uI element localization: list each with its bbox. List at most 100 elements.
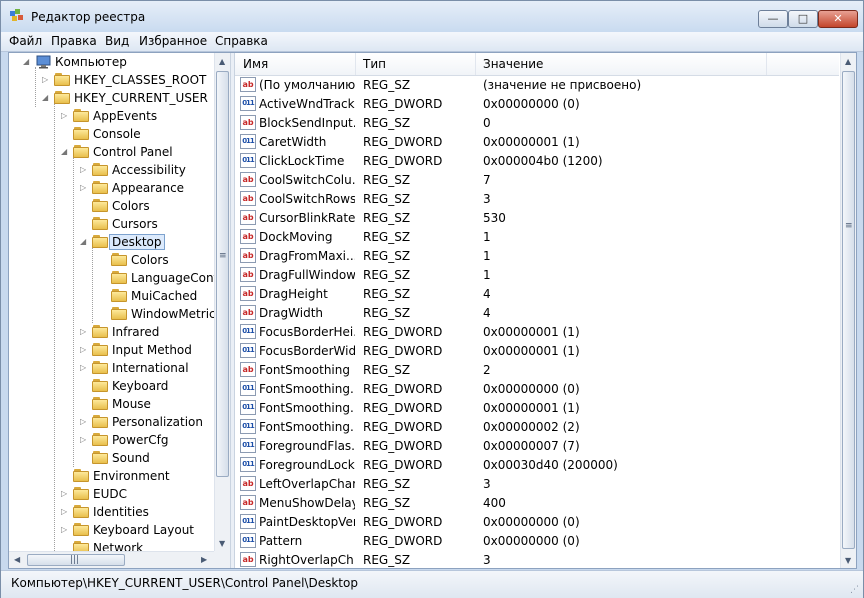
column-header-type[interactable]: Тип xyxy=(363,57,386,71)
scroll-down-icon[interactable]: ▼ xyxy=(219,539,225,548)
value-name: DockMoving xyxy=(259,230,333,244)
menu-view[interactable]: Вид xyxy=(105,34,129,48)
table-row[interactable]: 011PaintDesktopVer... REG_DWORD 0x00000000… xyxy=(235,513,839,532)
scroll-down-icon[interactable]: ▼ xyxy=(845,556,851,565)
collapse-icon[interactable]: ◢ xyxy=(80,236,89,247)
table-row[interactable]: 011 ClickLockTime REG_DWORD 0x000004b0 (120… xyxy=(235,152,839,171)
expand-icon[interactable]: ▷ xyxy=(80,362,89,373)
resize-grip-icon[interactable]: ⋰ xyxy=(850,585,860,595)
maximize-button[interactable]: □ xyxy=(788,10,818,28)
title-bar[interactable]: Редактор реестра — □ ✕ xyxy=(1,1,863,32)
scroll-up-icon[interactable]: ▲ xyxy=(219,57,225,66)
menu-favorites[interactable]: Избранное xyxy=(139,34,207,48)
value-name: FontSmoothing xyxy=(259,363,350,377)
folder-icon xyxy=(73,127,89,141)
table-row[interactable]: ab LeftOverlapChars REG_SZ 3 xyxy=(235,475,839,494)
regedit-icon xyxy=(10,9,23,21)
expand-icon[interactable]: ▷ xyxy=(61,506,70,517)
table-row[interactable]: 011 FontSmoothing... REG_DWORD 0x00000001 (… xyxy=(235,399,839,418)
value-name: ForegroundFlas... xyxy=(259,439,355,453)
folder-icon xyxy=(73,505,89,519)
scroll-up-icon[interactable]: ▲ xyxy=(845,57,851,66)
expand-icon[interactable]: ▷ xyxy=(80,326,89,337)
value-data: (значение не присвоено) xyxy=(483,78,642,92)
value-data: 0x00000001 (1) xyxy=(483,135,580,149)
folder-icon xyxy=(92,415,108,429)
table-row[interactable]: ab BlockSendInput... REG_SZ 0 xyxy=(235,114,839,133)
value-name: BlockSendInput... xyxy=(259,116,355,130)
table-row[interactable]: 011 Pattern REG_DWORD 0x00000000 (0) xyxy=(235,532,839,551)
table-row[interactable]: ab DockMoving REG_SZ 1 xyxy=(235,228,839,247)
menu-file[interactable]: Файл xyxy=(9,34,42,48)
collapse-icon[interactable]: ◢ xyxy=(42,92,51,103)
table-row[interactable]: ab CursorBlinkRate REG_SZ 530 xyxy=(235,209,839,228)
scroll-right-icon[interactable]: ▶ xyxy=(201,555,207,564)
dword-value-icon: 011 xyxy=(240,438,256,453)
tree-guide xyxy=(54,103,55,553)
tree-horizontal-scrollbar[interactable]: ◀ ||| ▶ xyxy=(9,551,214,568)
expand-icon[interactable]: ▷ xyxy=(80,434,89,445)
table-row[interactable]: 011 CaretWidth REG_DWORD 0x00000001 (1) xyxy=(235,133,839,152)
table-row[interactable]: 011ActiveWndTrack... REG_DWORD 0x00000000 … xyxy=(235,95,839,114)
table-row[interactable]: 011 FontSmoothing... REG_DWORD 0x00000000 (… xyxy=(235,380,839,399)
tree-label: Keyboard xyxy=(112,379,169,393)
expand-icon[interactable]: ▷ xyxy=(61,110,70,121)
expand-icon[interactable]: ▷ xyxy=(61,488,70,499)
table-row[interactable]: 011 ForegroundFlas... REG_DWORD 0x00000007 … xyxy=(235,437,839,456)
table-row[interactable]: ab CoolSwitchColu... REG_SZ 7 xyxy=(235,171,839,190)
column-divider[interactable] xyxy=(475,53,476,75)
table-row[interactable]: ab DragWidth REG_SZ 4 xyxy=(235,304,839,323)
table-row[interactable]: 011 FocusBorderHei... REG_DWORD 0x00000001 … xyxy=(235,323,839,342)
table-row[interactable]: ab DragFromMaxi... REG_SZ 1 xyxy=(235,247,839,266)
value-type: REG_SZ xyxy=(363,230,411,244)
scroll-thumb[interactable]: ≡ xyxy=(842,71,855,549)
scroll-thumb[interactable]: ||| xyxy=(27,554,125,566)
tree-label: International xyxy=(112,361,189,375)
value-type: REG_DWORD xyxy=(363,154,443,168)
menu-help[interactable]: Справка xyxy=(215,34,268,48)
table-row[interactable]: ab FontSmoothing REG_SZ 2 xyxy=(235,361,839,380)
table-row[interactable]: ab DragFullWindows REG_SZ 1 xyxy=(235,266,839,285)
tree-label: Компьютер xyxy=(55,55,127,69)
menu-edit[interactable]: Правка xyxy=(51,34,97,48)
list-vertical-scrollbar[interactable]: ▲ ≡ ▼ xyxy=(840,53,856,568)
table-row[interactable]: ab MenuShowDelay REG_SZ 400 xyxy=(235,494,839,513)
folder-open-icon xyxy=(92,235,108,249)
value-data: 530 xyxy=(483,211,506,225)
value-name: DragFullWindows xyxy=(259,268,355,282)
tree-vertical-scrollbar[interactable]: ▲ ≡ ▼ xyxy=(214,53,230,551)
expand-icon[interactable]: ▷ xyxy=(61,524,70,535)
expand-icon[interactable]: ▷ xyxy=(80,164,89,175)
expand-icon[interactable]: ▷ xyxy=(42,74,51,85)
value-type: REG_SZ xyxy=(363,287,411,301)
table-row[interactable]: ab (По умолчанию) REG_SZ (значение не присв… xyxy=(235,76,839,95)
value-data: 4 xyxy=(483,306,491,320)
tree-guide xyxy=(92,247,93,323)
table-row[interactable]: ab RightOverlapCh... REG_SZ 3 xyxy=(235,551,839,568)
expand-icon[interactable]: ▷ xyxy=(80,416,89,427)
values-list: Имя Тип Значение ab (По умолчанию) REG_SZ(… xyxy=(235,53,856,568)
close-button[interactable]: ✕ xyxy=(818,10,858,28)
table-row[interactable]: ab DragHeight REG_SZ 4 xyxy=(235,285,839,304)
expand-icon[interactable]: ▷ xyxy=(80,344,89,355)
value-data: 0x00000002 (2) xyxy=(483,420,580,434)
column-divider[interactable] xyxy=(766,53,767,75)
table-row[interactable]: 011 FontSmoothing... REG_DWORD 0x00000002 (… xyxy=(235,418,839,437)
column-divider[interactable] xyxy=(355,53,356,75)
column-header-value[interactable]: Значение xyxy=(483,57,543,71)
scroll-left-icon[interactable]: ◀ xyxy=(14,555,20,564)
collapse-icon[interactable]: ◢ xyxy=(23,56,32,67)
collapse-icon[interactable]: ◢ xyxy=(61,146,70,157)
value-name: FocusBorderWid... xyxy=(259,344,355,358)
table-row[interactable]: 011ForegroundLock... REG_DWORD 0x00030d40 … xyxy=(235,456,839,475)
scroll-thumb[interactable]: ≡ xyxy=(216,71,229,477)
expand-icon[interactable]: ▷ xyxy=(80,182,89,193)
value-type: REG_SZ xyxy=(363,78,411,92)
column-header-name[interactable]: Имя xyxy=(243,57,268,71)
table-row[interactable]: ab CoolSwitchRows REG_SZ 3 xyxy=(235,190,839,209)
minimize-button[interactable]: — xyxy=(758,10,788,28)
folder-icon xyxy=(92,325,108,339)
value-data: 3 xyxy=(483,553,491,567)
table-row[interactable]: 011FocusBorderWid... REG_DWORD 0x00000001 … xyxy=(235,342,839,361)
folder-icon xyxy=(73,523,89,537)
